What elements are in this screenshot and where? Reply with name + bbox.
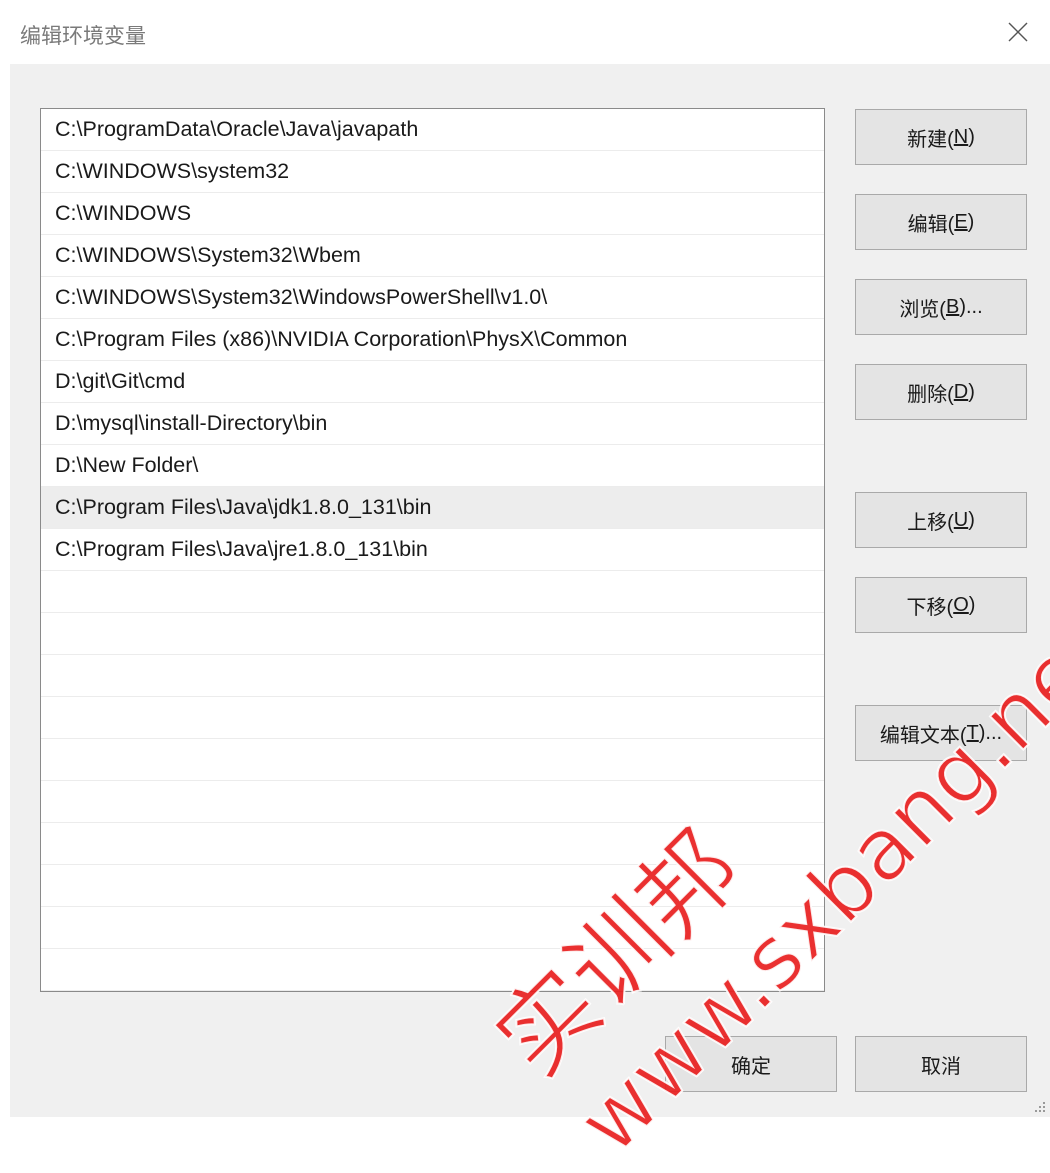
browse-button-label: 浏览( xyxy=(899,298,946,321)
new-button-accel: N xyxy=(953,125,969,148)
edit-text-button[interactable]: 编辑文本(T)... xyxy=(855,705,1027,761)
empty-row[interactable] xyxy=(41,823,824,865)
edit-button-label: 编辑( xyxy=(907,213,955,236)
path-list-item-selected[interactable]: C:\Program Files\Java\jdk1.8.0_131\bin xyxy=(41,487,824,529)
edit-text-button-suffix: )... xyxy=(978,721,1003,744)
empty-row[interactable] xyxy=(41,949,824,991)
move-up-button-suffix: ) xyxy=(968,508,975,531)
new-button-suffix: ) xyxy=(968,125,975,148)
empty-row[interactable] xyxy=(41,781,824,823)
empty-row[interactable] xyxy=(41,655,824,697)
path-list-item[interactable]: D:\git\Git\cmd xyxy=(41,361,824,403)
close-button[interactable] xyxy=(986,0,1050,64)
browse-button[interactable]: 浏览(B)... xyxy=(855,279,1027,335)
empty-row[interactable] xyxy=(41,865,824,907)
delete-button-suffix: ) xyxy=(968,380,975,403)
move-down-button-accel: O xyxy=(953,593,969,616)
new-button-label: 新建( xyxy=(907,128,954,151)
path-list-item[interactable]: C:\WINDOWS\System32\WindowsPowerShell\v1… xyxy=(41,277,824,319)
edit-text-button-label: 编辑文本( xyxy=(879,724,967,747)
path-list-item[interactable]: C:\WINDOWS\System32\Wbem xyxy=(41,235,824,277)
delete-button[interactable]: 删除(D) xyxy=(855,364,1027,420)
move-up-button-label: 上移( xyxy=(907,511,954,534)
path-list-item[interactable]: D:\New Folder\ xyxy=(41,445,824,487)
empty-row[interactable] xyxy=(41,907,824,949)
move-up-button[interactable]: 上移(U) xyxy=(855,492,1027,548)
path-list-item[interactable]: C:\WINDOWS\system32 xyxy=(41,151,824,193)
move-down-button-label: 下移( xyxy=(906,596,954,619)
edit-button-accel: E xyxy=(954,210,968,233)
edit-button-suffix: ) xyxy=(967,210,975,233)
empty-row[interactable] xyxy=(41,739,824,781)
ok-button[interactable]: 确定 xyxy=(665,1036,837,1092)
close-icon xyxy=(1008,22,1028,42)
delete-button-accel: D xyxy=(953,380,969,403)
empty-row[interactable] xyxy=(41,613,824,655)
move-down-button[interactable]: 下移(O) xyxy=(855,577,1027,633)
path-list-item[interactable]: C:\ProgramData\Oracle\Java\javapath xyxy=(41,109,824,151)
cancel-button[interactable]: 取消 xyxy=(855,1036,1027,1092)
path-list-item[interactable]: D:\mysql\install-Directory\bin xyxy=(41,403,824,445)
path-list-item[interactable]: C:\WINDOWS xyxy=(41,193,824,235)
window-title: 编辑环境变量 xyxy=(20,25,146,48)
title-bar: 编辑环境变量 xyxy=(0,0,1050,64)
path-list-item[interactable]: C:\Program Files (x86)\NVIDIA Corporatio… xyxy=(41,319,824,361)
new-button[interactable]: 新建(N) xyxy=(855,109,1027,165)
path-list-item[interactable]: C:\Program Files\Java\jre1.8.0_131\bin xyxy=(41,529,824,571)
browse-button-suffix: )... xyxy=(959,295,983,318)
resize-grip-icon[interactable] xyxy=(1032,1099,1046,1113)
edit-button[interactable]: 编辑(E) xyxy=(855,194,1027,250)
empty-row[interactable] xyxy=(41,697,824,739)
path-list[interactable]: C:\ProgramData\Oracle\Java\javapath C:\W… xyxy=(40,108,825,992)
browse-button-accel: B xyxy=(945,295,960,318)
move-up-button-accel: U xyxy=(953,508,969,531)
delete-button-label: 删除( xyxy=(907,383,954,406)
move-down-button-suffix: ) xyxy=(968,593,976,616)
empty-row[interactable] xyxy=(41,571,824,613)
edit-text-button-accel: T xyxy=(966,721,979,744)
